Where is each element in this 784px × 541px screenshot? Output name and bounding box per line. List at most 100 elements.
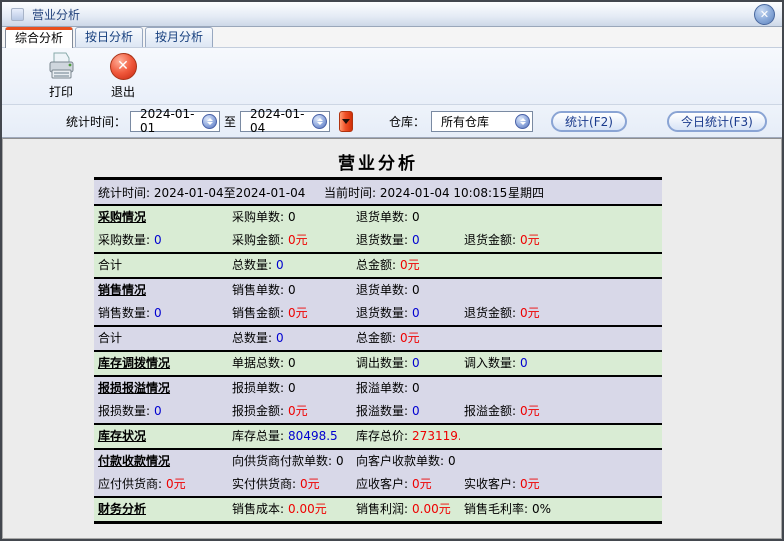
toolbar: 打印 ✕ 退出	[2, 48, 782, 105]
cell-label: 总数量:	[232, 258, 272, 272]
cell-label: 退货数量:	[356, 306, 408, 320]
table-cell: 销售金额:0元	[228, 302, 352, 325]
exit-label: 退出	[111, 83, 135, 100]
cell-label: 报溢数量:	[356, 404, 408, 418]
table-cell	[460, 327, 662, 350]
cell-label: 退货单数:	[356, 283, 408, 297]
cell-label: 报损单数:	[232, 381, 284, 395]
time-range-label: 统计时间：	[66, 113, 126, 130]
warehouse-select[interactable]: 所有仓库	[431, 111, 533, 132]
chevron-down-icon	[342, 119, 350, 124]
table-row: 报损报溢情况报损单数:0报溢单数:0	[94, 377, 662, 400]
cell-value: 0	[412, 283, 420, 297]
table-cell: 销售情况	[94, 279, 228, 302]
cell-label: 报损金额:	[232, 404, 284, 418]
cell-value: 0	[412, 404, 420, 418]
app-icon	[11, 8, 24, 21]
cell-value: 0元	[400, 331, 420, 345]
exit-button[interactable]: ✕ 退出	[92, 53, 154, 100]
table-cell: 总金额: 0元	[352, 327, 460, 350]
table-cell: 退货单数: 0	[352, 279, 460, 302]
cell-label: 应收客户:	[356, 477, 408, 491]
cell-label: 销售成本:	[232, 502, 284, 516]
close-button[interactable]: ✕	[754, 4, 775, 25]
report-block: 采购情况采购单数:0退货单数:0采购数量:0采购金额:0元退货数量:0退货金额:…	[94, 206, 662, 254]
cell-value: 273119.45元	[412, 429, 460, 443]
cell-label: 调入数量:	[464, 356, 516, 370]
cell-label: 销售单数:	[232, 283, 284, 297]
cell-label: 采购数量:	[98, 233, 150, 247]
date-to-input[interactable]: 2024-01-04	[240, 111, 330, 132]
cell-value: 0	[412, 381, 420, 395]
table-row: 付款收款情况向供货商付款单数:0向客户收款单数:0	[94, 450, 662, 473]
today-stat-button[interactable]: 今日统计(F3)	[667, 111, 767, 132]
table-cell: 总数量: 0	[228, 327, 352, 350]
cell-value: 0元	[520, 477, 540, 491]
cell-value: 0元	[166, 477, 186, 491]
cell-value: 0%	[532, 502, 551, 516]
cell-value: 0元	[288, 233, 308, 247]
cell-label: 销售利润:	[356, 502, 408, 516]
cell-value: 0	[288, 210, 296, 224]
section-title: 财务分析	[98, 502, 146, 516]
warehouse-spinner-icon[interactable]	[515, 114, 530, 129]
table-cell: 库存总价: 273119.45元	[352, 425, 460, 448]
table-cell: 报损数量:0	[94, 400, 228, 423]
table-cell: 采购数量:0	[94, 229, 228, 252]
cell-label: 退货数量:	[356, 233, 408, 247]
cell-value: 0.00元	[412, 502, 451, 516]
table-cell: 调入数量:0	[460, 352, 662, 375]
cell-value: 0元	[520, 306, 540, 320]
cell-value: 0	[412, 233, 420, 247]
table-cell	[460, 450, 662, 473]
printer-icon	[46, 52, 76, 80]
cell-value: 0	[412, 356, 420, 370]
table-cell: 财务分析	[94, 498, 228, 521]
table-cell: 报溢单数:0	[352, 377, 460, 400]
cell-value: 0元	[520, 233, 540, 247]
table-row: 合计 总数量: 0 总金额: 0元	[94, 327, 662, 350]
cell-value: 0元	[288, 306, 308, 320]
date-from-input[interactable]: 2024-01-01	[130, 111, 220, 132]
date-to-spinner-icon[interactable]	[312, 114, 327, 129]
header-current-time: 当前时间: 2024-01-04 10:08:15	[324, 180, 508, 204]
cell-label: 总数量:	[232, 331, 272, 345]
cell-value: 0	[276, 331, 284, 345]
cell-label: 退货单数:	[356, 210, 408, 224]
cell-label: 总金额:	[356, 331, 396, 345]
cell-label: 销售毛利率:	[464, 502, 528, 516]
cell-value: 0元	[412, 477, 432, 491]
cell-value: 0	[288, 356, 296, 370]
tab-monthly[interactable]: 按月分析	[145, 27, 213, 47]
print-button[interactable]: 打印	[30, 52, 92, 100]
cell-label: 合计	[98, 258, 122, 272]
header-stat-time: 统计时间: 2024-01-04至2024-01-04	[94, 180, 324, 204]
stat-button[interactable]: 统计(F2)	[551, 111, 627, 132]
report-block: 销售情况销售单数:0退货单数:0销售数量:0销售金额:0元退货数量:0退货金额:…	[94, 279, 662, 327]
cell-label: 退货金额:	[464, 233, 516, 247]
cell-value: 0元	[300, 477, 320, 491]
table-row: 销售数量:0销售金额:0元退货数量:0退货金额:0元	[94, 302, 662, 325]
table-cell: 销售毛利率: 0%	[460, 498, 662, 521]
report-block: 库存调拨情况单据总数:0调出数量:0调入数量:0	[94, 352, 662, 377]
date-dropdown-button[interactable]	[339, 111, 353, 132]
table-cell	[460, 254, 662, 277]
table-row: 采购数量:0采购金额:0元退货数量:0退货金额:0元	[94, 229, 662, 252]
titlebar: 营业分析 ✕	[2, 2, 782, 27]
cell-label: 向客户收款单数:	[356, 454, 444, 468]
table-cell: 报损金额:0元	[228, 400, 352, 423]
report-block: 合计总数量:0总金额:0元	[94, 254, 662, 279]
cell-label: 合计	[98, 331, 122, 345]
table-cell: 报溢金额:0元	[460, 400, 662, 423]
cell-value: 0元	[520, 404, 540, 418]
table-cell	[460, 425, 662, 448]
cell-label: 库存总价:	[356, 429, 408, 443]
cell-label: 报损数量:	[98, 404, 150, 418]
table-cell: 应付供货商:0元	[94, 473, 228, 496]
date-from-value: 2024-01-01	[140, 107, 202, 135]
tab-comprehensive[interactable]: 综合分析	[5, 27, 73, 48]
table-cell: 采购情况	[94, 206, 228, 229]
tab-daily[interactable]: 按日分析	[75, 27, 143, 47]
table-cell: 退货数量: 0	[352, 229, 460, 252]
date-from-spinner-icon[interactable]	[202, 114, 217, 129]
